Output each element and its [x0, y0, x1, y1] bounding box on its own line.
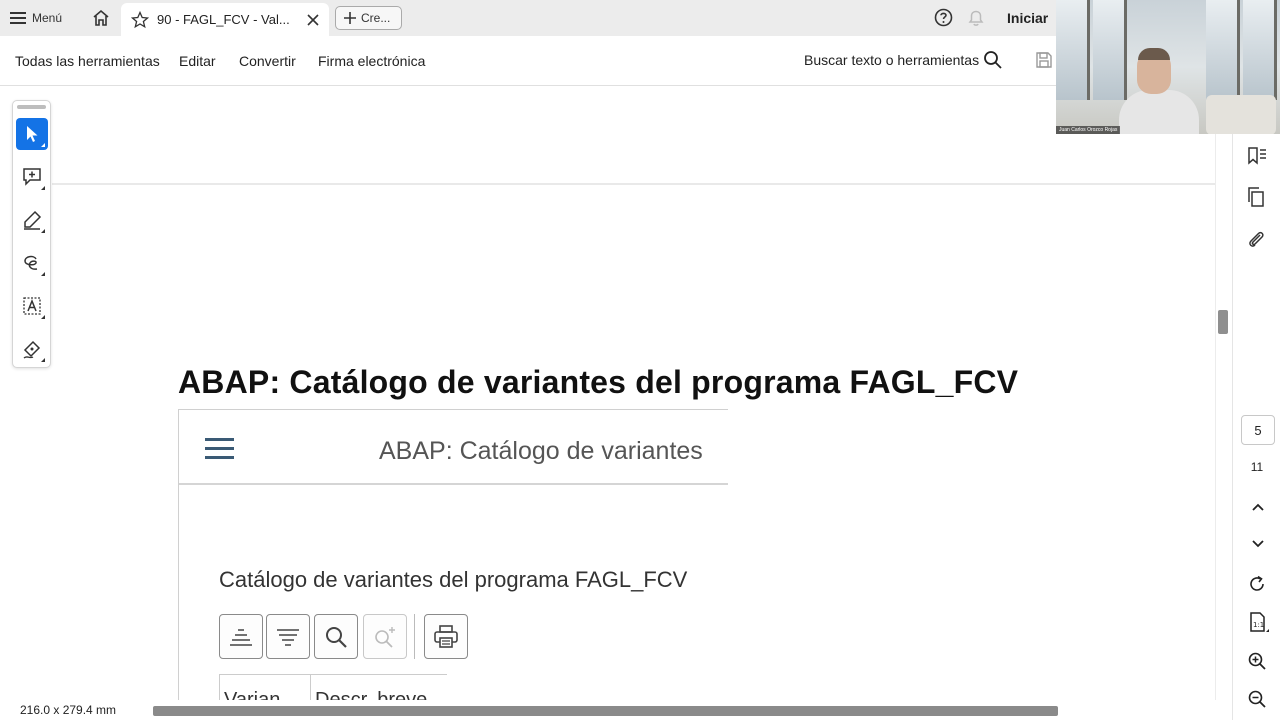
page-size-icon[interactable]: 1:1 [1248, 612, 1270, 634]
document-viewport[interactable]: ABAP: Catálogo de variantes del programa… [0, 86, 1232, 700]
page-dimensions: 216.0 x 279.4 mm [20, 703, 117, 717]
page-edge [1215, 86, 1216, 700]
previous-page-chevron-up-icon[interactable] [1251, 502, 1265, 512]
text-box-tool[interactable] [16, 290, 48, 322]
sap-hamburger-icon [205, 438, 234, 459]
find-next-button [363, 614, 407, 659]
zoom-in-icon[interactable] [1248, 652, 1266, 670]
cursor-arrow-icon [27, 126, 38, 142]
create-new-label: Cre... [361, 11, 391, 25]
find-button [314, 614, 358, 659]
search-icon[interactable] [983, 50, 1003, 70]
toolbar-separator [414, 614, 415, 659]
horizontal-scrollbar-thumb[interactable] [153, 706, 1058, 716]
create-new-button[interactable]: Cre... [335, 6, 402, 30]
star-icon[interactable] [131, 10, 149, 29]
add-comment-tool[interactable] [16, 161, 48, 193]
zoom-out-icon[interactable] [1248, 690, 1266, 708]
bookmark-icon[interactable] [1246, 146, 1268, 166]
sap-header: ABAP: Catálogo de variantes [179, 410, 728, 485]
right-sidebar: 5 11 1:1 [1232, 134, 1280, 720]
sap-header-title: ABAP: Catálogo de variantes [379, 437, 703, 465]
pages-copy-icon[interactable] [1246, 187, 1266, 207]
freehand-loop-icon [24, 255, 38, 270]
current-page-input[interactable]: 5 [1241, 415, 1275, 445]
tab-title: 90 - FAGL_FCV - Val... [157, 12, 290, 27]
esign-menu[interactable]: Firma electrónica [318, 53, 425, 69]
next-page-chevron-down-icon[interactable] [1251, 539, 1265, 549]
printer-icon [434, 624, 458, 648]
plus-icon [344, 12, 356, 24]
sign-tool[interactable] [16, 333, 48, 365]
help-icon[interactable] [934, 8, 953, 27]
status-bar: 216.0 x 279.4 mm [0, 700, 1232, 720]
quick-tools-palette [12, 100, 51, 368]
select-tool[interactable] [16, 118, 48, 150]
all-tools-menu[interactable]: Todas las herramientas [15, 53, 160, 69]
sort-descending-icon [277, 628, 299, 646]
active-document-tab[interactable]: 90 - FAGL_FCV - Val... [121, 3, 329, 36]
sort-descending-button [266, 614, 310, 659]
participant-name: Juan Carlos Orozco Rojas [1056, 126, 1121, 134]
sort-ascending-button [219, 614, 263, 659]
save-icon[interactable] [1035, 51, 1053, 69]
home-button[interactable] [88, 6, 114, 30]
edit-menu[interactable]: Editar [179, 53, 216, 69]
print-button [424, 614, 468, 659]
highlighter-pen-icon [24, 210, 42, 230]
sap-subtitle: Catálogo de variantes del programa FAGL_… [219, 567, 688, 592]
find-next-icon [375, 626, 395, 648]
page-divider [52, 183, 1216, 185]
comment-add-icon [23, 168, 41, 186]
webcam-video-overlay: Juan Carlos Orozco Rojas [1056, 0, 1280, 134]
palette-grip[interactable] [17, 105, 46, 109]
highlight-tool[interactable] [16, 204, 48, 236]
notification-bell-icon[interactable] [967, 8, 985, 27]
hamburger-menu-icon [10, 12, 26, 24]
attachment-paperclip-icon[interactable] [1246, 229, 1266, 249]
menu-button[interactable]: Menú [10, 6, 62, 30]
rotate-refresh-icon[interactable] [1248, 575, 1266, 593]
menu-label: Menú [32, 11, 63, 25]
search-tools-label[interactable]: Buscar texto o herramientas [804, 52, 979, 68]
pen-sign-icon [23, 340, 41, 359]
column-header-variant: Varian... [219, 674, 310, 700]
total-pages: 11 [1250, 460, 1264, 474]
page-heading: ABAP: Catálogo de variantes del programa… [178, 364, 1019, 400]
close-tab-icon[interactable] [307, 13, 319, 26]
vertical-scrollbar-thumb[interactable] [1218, 310, 1228, 334]
sign-in-button[interactable]: Iniciar [1007, 10, 1048, 26]
draw-tool[interactable] [16, 247, 48, 279]
svg-text:1:1: 1:1 [1253, 621, 1264, 629]
sort-ascending-icon [230, 628, 252, 646]
embedded-sap-screenshot: ABAP: Catálogo de variantes Catálogo de … [178, 409, 728, 700]
magnifier-icon [326, 626, 347, 648]
convert-menu[interactable]: Convertir [239, 53, 296, 69]
home-icon [93, 9, 109, 26]
text-box-icon [23, 297, 41, 315]
column-header-short-description: Descr. breve [310, 674, 447, 700]
